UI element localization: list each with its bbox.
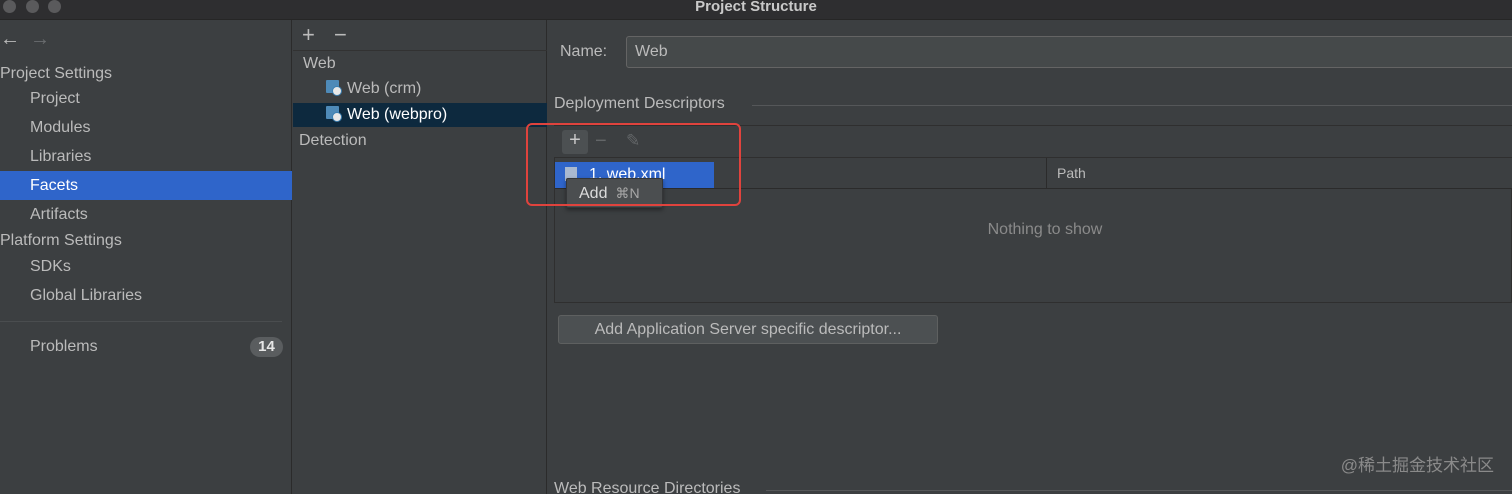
sidebar-item-sdks[interactable]: SDKs bbox=[0, 252, 292, 281]
column-header-path[interactable]: Path bbox=[1057, 158, 1086, 189]
facet-item-web-crm[interactable]: Web (crm) bbox=[293, 77, 547, 101]
window-title: Project Structure bbox=[695, 0, 817, 15]
facet-item-label: Web (crm) bbox=[347, 80, 422, 97]
web-resource-separator bbox=[766, 490, 1512, 491]
problems-count-badge: 14 bbox=[250, 337, 283, 357]
facet-settings-panel: Name: Web Deployment Descriptors + − ✎ P… bbox=[526, 20, 1512, 494]
facets-tree-panel: + − Web Web (crm) Web (webpro) Detection bbox=[293, 20, 547, 494]
sidebar-item-facets[interactable]: Facets bbox=[0, 171, 292, 200]
sidebar-item-libraries[interactable]: Libraries bbox=[0, 142, 292, 171]
sidebar-item-artifacts[interactable]: Artifacts bbox=[0, 200, 292, 229]
facets-toolbar: + − bbox=[293, 20, 547, 51]
sidebar-item-modules[interactable]: Modules bbox=[0, 113, 292, 142]
watermark: @稀土掘金技术社区 bbox=[1340, 456, 1494, 475]
web-facet-icon bbox=[325, 105, 342, 122]
web-facet-icon bbox=[325, 79, 342, 96]
name-field[interactable]: Web bbox=[626, 36, 1512, 68]
sidebar-item-global-libraries[interactable]: Global Libraries bbox=[0, 281, 292, 310]
deployment-descriptors-title: Deployment Descriptors bbox=[554, 95, 725, 112]
facet-item-label: Web (webpro) bbox=[347, 106, 448, 123]
column-separator bbox=[1046, 158, 1047, 189]
sidebar-item-project[interactable]: Project bbox=[0, 84, 292, 113]
project-settings-header: Project Settings bbox=[0, 65, 113, 82]
sidebar-item-problems[interactable]: Problems 14 bbox=[0, 332, 292, 361]
problems-label: Problems bbox=[30, 338, 98, 355]
sidebar-divider bbox=[0, 321, 282, 322]
facet-item-web-webpro[interactable]: Web (webpro) bbox=[293, 103, 547, 127]
sidebar: ← → Project Settings Project Modules Lib… bbox=[0, 20, 292, 494]
empty-table-message: Nothing to show bbox=[987, 221, 1103, 238]
deployment-descriptors-separator bbox=[752, 105, 1512, 106]
platform-settings-header: Platform Settings bbox=[0, 232, 122, 249]
back-arrow-icon[interactable]: ← bbox=[0, 29, 20, 49]
detection-item[interactable]: Detection bbox=[299, 129, 367, 153]
title-bar: Project Structure bbox=[0, 0, 1512, 20]
highlight-annotation-box bbox=[526, 123, 741, 206]
web-resource-directories-title: Web Resource Directories bbox=[554, 480, 741, 494]
name-label: Name: bbox=[560, 43, 608, 60]
forward-arrow-icon[interactable]: → bbox=[30, 29, 50, 49]
facet-group-web[interactable]: Web bbox=[303, 52, 336, 76]
add-app-server-descriptor-button[interactable]: Add Application Server specific descript… bbox=[558, 315, 938, 344]
add-facet-button[interactable]: + bbox=[302, 24, 315, 46]
remove-facet-button[interactable]: − bbox=[334, 24, 347, 46]
